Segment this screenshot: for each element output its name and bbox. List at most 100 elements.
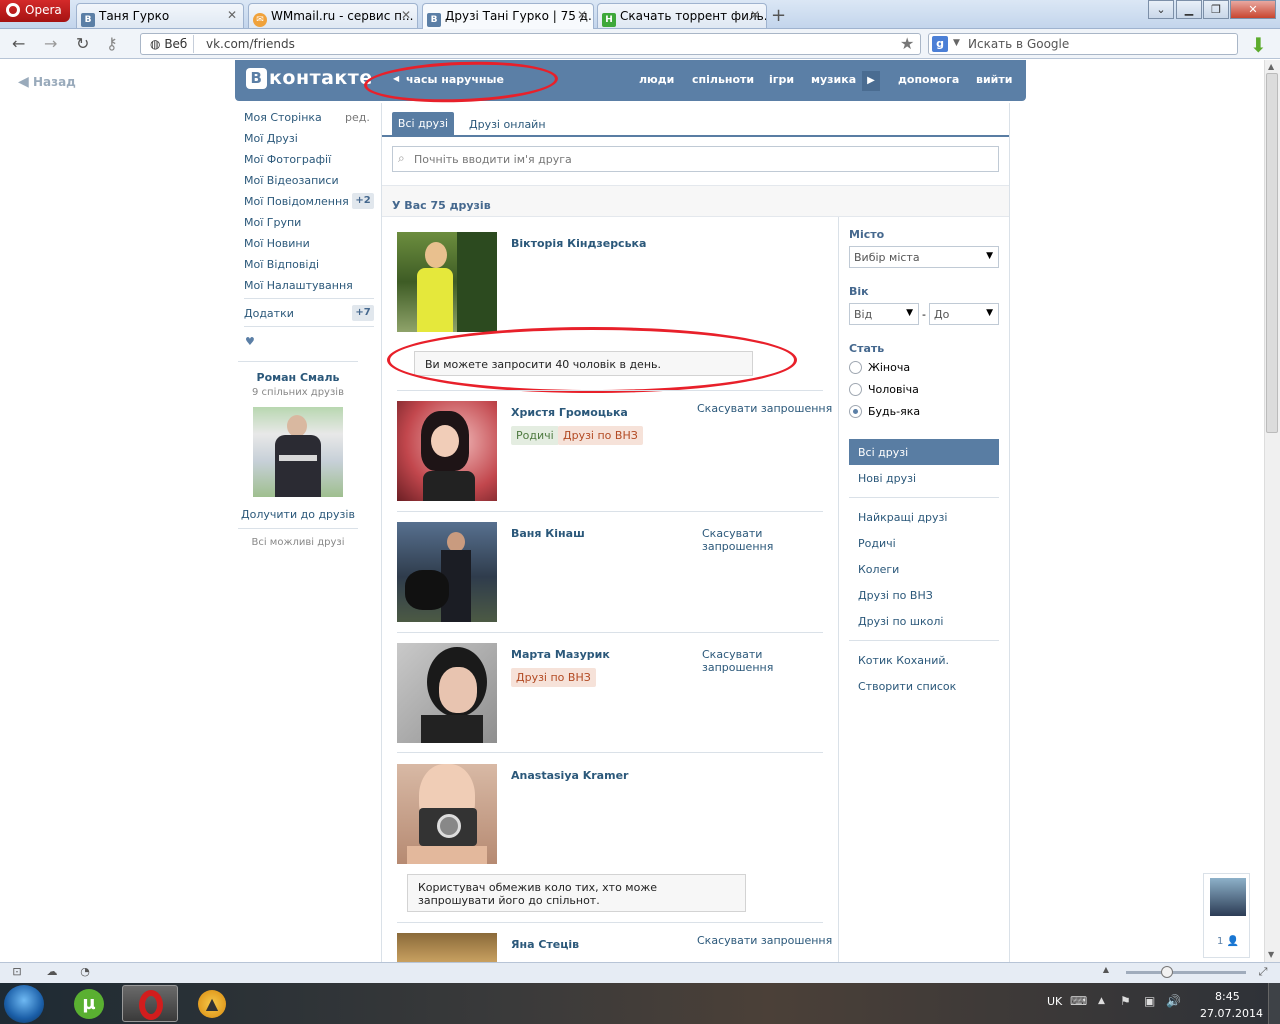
menu-my-settings[interactable]: Мої Налаштування <box>244 279 353 292</box>
age-from-select[interactable]: Від ▼ <box>849 303 919 325</box>
chevron-down-icon[interactable]: ⌄ <box>1148 0 1174 19</box>
restore-icon[interactable]: ❐ <box>1203 0 1229 19</box>
sex-option-label[interactable]: Жіноча <box>868 361 910 374</box>
list-school-friends[interactable]: Друзі по школі <box>858 615 943 628</box>
browser-tab[interactable]: В Таня Гурко ✕ <box>76 3 244 28</box>
sex-radio-male[interactable] <box>849 383 862 396</box>
nav-people[interactable]: люди <box>639 73 674 86</box>
nav-music[interactable]: музика <box>811 73 856 86</box>
reload-icon[interactable]: ↻ <box>76 34 89 53</box>
create-list-link[interactable]: Створити список <box>858 680 956 693</box>
show-desktop-button[interactable] <box>1268 983 1280 1024</box>
minimize-icon[interactable]: ▁ <box>1176 0 1202 19</box>
friend-photo[interactable] <box>397 643 497 743</box>
menu-my-answers[interactable]: Мої Відповіді <box>244 258 319 271</box>
apps-count-badge[interactable]: +7 <box>352 305 374 321</box>
list-colleagues[interactable]: Колеги <box>858 563 899 576</box>
tab-close-icon[interactable]: ✕ <box>401 8 411 22</box>
sex-radio-female[interactable] <box>849 361 862 374</box>
scroll-up-icon[interactable]: ▲ <box>1268 62 1274 71</box>
age-to-select[interactable]: До ▼ <box>929 303 999 325</box>
friend-photo[interactable] <box>397 401 497 501</box>
list-new-friends[interactable]: Нові друзі <box>858 472 916 485</box>
chat-avatar[interactable] <box>1210 878 1246 916</box>
sex-option-label[interactable]: Чоловіча <box>868 383 919 396</box>
music-play-icon[interactable]: ▶ <box>862 71 880 91</box>
all-possible-friends-link[interactable]: Всі можливі друзі <box>238 537 358 548</box>
browser-tab-active[interactable]: В Друзі Тані Гурко | 75 д... ✕ <box>422 3 594 29</box>
url-text[interactable]: vk.com/friends <box>206 37 295 51</box>
list-tag-university[interactable]: Друзі по ВНЗ <box>511 668 596 687</box>
network-icon[interactable]: ▣ <box>1144 994 1155 1008</box>
panel-toggle-icon[interactable]: ⊡ <box>9 965 25 979</box>
keyboard-icon[interactable]: ⌨ <box>1070 994 1087 1008</box>
speed-dial-icon[interactable]: ◔ <box>77 965 93 979</box>
list-university-friends[interactable]: Друзі по ВНЗ <box>858 589 933 602</box>
city-select[interactable]: Вибір міста ▼ <box>849 246 999 268</box>
list-best-friends[interactable]: Найкращі друзі <box>858 511 947 524</box>
menu-my-messages[interactable]: Мої Повідомлення <box>244 195 349 208</box>
friend-name[interactable]: Христя Громоцька <box>511 406 628 419</box>
clock-date[interactable]: 27.07.2014 <box>1200 1007 1263 1020</box>
nav-communities[interactable]: спільноти <box>692 73 754 86</box>
mini-chat-widget[interactable]: 1 👤 <box>1203 873 1250 958</box>
download-arrow-icon[interactable]: ⬇ <box>1250 33 1270 57</box>
menu-my-photos[interactable]: Мої Фотографії <box>244 153 331 166</box>
aimp-taskbar-icon[interactable]: ▲ <box>184 985 240 1022</box>
menu-my-friends[interactable]: Мої Друзі <box>244 132 298 145</box>
nav-help[interactable]: допомога <box>898 73 959 86</box>
browser-tab[interactable]: Н Скачать торрент филь... ✕ <box>597 3 767 28</box>
friend-name[interactable]: Вікторія Кіндзерська <box>511 237 646 250</box>
keyboard-language[interactable]: UK <box>1047 995 1062 1008</box>
menu-edit-link[interactable]: ред. <box>345 111 370 124</box>
vk-logo[interactable]: Вконтакте <box>246 67 373 89</box>
friend-name[interactable]: Яна Стецiв <box>511 938 579 951</box>
menu-apps[interactable]: Додатки <box>244 307 294 320</box>
menu-my-page[interactable]: Моя Сторінка <box>244 111 322 124</box>
friend-name[interactable]: Anastasiya Kramer <box>511 769 628 782</box>
list-custom[interactable]: Котик Коханий. <box>858 654 949 667</box>
google-icon[interactable]: g <box>932 36 948 52</box>
sex-radio-any[interactable] <box>849 405 862 418</box>
cancel-request-link[interactable]: Скасувати запрошення <box>702 648 786 674</box>
tab-close-icon[interactable]: ✕ <box>227 8 237 22</box>
cloud-icon[interactable]: ☁ <box>44 965 60 979</box>
tab-close-icon[interactable]: ✕ <box>577 8 587 22</box>
scroll-down-icon[interactable]: ▼ <box>1268 950 1274 959</box>
windows-start-icon[interactable] <box>4 985 44 1023</box>
tab-all-friends[interactable]: Всі друзі <box>392 112 454 136</box>
zoom-up-icon[interactable]: ▲ <box>1098 965 1114 979</box>
search-engine-dropdown-icon[interactable]: ▼ <box>953 38 960 48</box>
cancel-request-link[interactable]: Скасувати запрошення <box>697 934 832 947</box>
friend-photo[interactable] <box>397 232 497 332</box>
web-badge[interactable]: ◍ Веб <box>144 35 194 53</box>
suggested-friend-photo[interactable] <box>253 407 343 497</box>
list-all-friends[interactable]: Всі друзі <box>849 439 999 465</box>
nav-logout[interactable]: вийти <box>976 73 1012 86</box>
back-arrow-icon[interactable]: ← <box>12 34 25 53</box>
back-link[interactable]: ◀ Назад <box>18 74 76 90</box>
suggested-friend-name[interactable]: Роман Смаль <box>238 371 358 384</box>
volume-icon[interactable]: 🔊 <box>1166 994 1181 1008</box>
key-icon[interactable]: ⚷ <box>106 34 118 53</box>
opera-menu-button[interactable]: Opera <box>0 0 70 22</box>
menu-my-videos[interactable]: Мої Відеозаписи <box>244 174 339 187</box>
close-window-icon[interactable]: ✕ <box>1230 0 1276 19</box>
friend-photo[interactable] <box>397 764 497 864</box>
list-tag-university[interactable]: Друзі по ВНЗ <box>558 426 643 445</box>
messages-count-badge[interactable]: +2 <box>352 193 374 209</box>
forward-arrow-icon[interactable]: → <box>44 34 57 53</box>
tab-close-icon[interactable]: ✕ <box>750 8 760 22</box>
sex-option-label[interactable]: Будь-яка <box>868 405 920 418</box>
mutual-friends-count[interactable]: 9 спільних друзів <box>238 387 358 398</box>
tray-expand-icon[interactable]: ▲ <box>1098 996 1105 1006</box>
list-relatives[interactable]: Родичі <box>858 537 896 550</box>
scrollbar-thumb[interactable] <box>1266 73 1278 433</box>
list-tag-relatives[interactable]: Родичі <box>511 426 559 445</box>
browser-tab[interactable]: ✉ WMmail.ru - сервис п... ✕ <box>248 3 418 28</box>
clock-time[interactable]: 8:45 <box>1215 990 1240 1003</box>
friend-name[interactable]: Ваня Кінаш <box>511 527 585 540</box>
new-tab-plus-icon[interactable]: + <box>771 5 786 26</box>
action-center-flag-icon[interactable]: ⚑ <box>1120 994 1131 1008</box>
tab-friends-online[interactable]: Друзі онлайн <box>469 118 546 131</box>
